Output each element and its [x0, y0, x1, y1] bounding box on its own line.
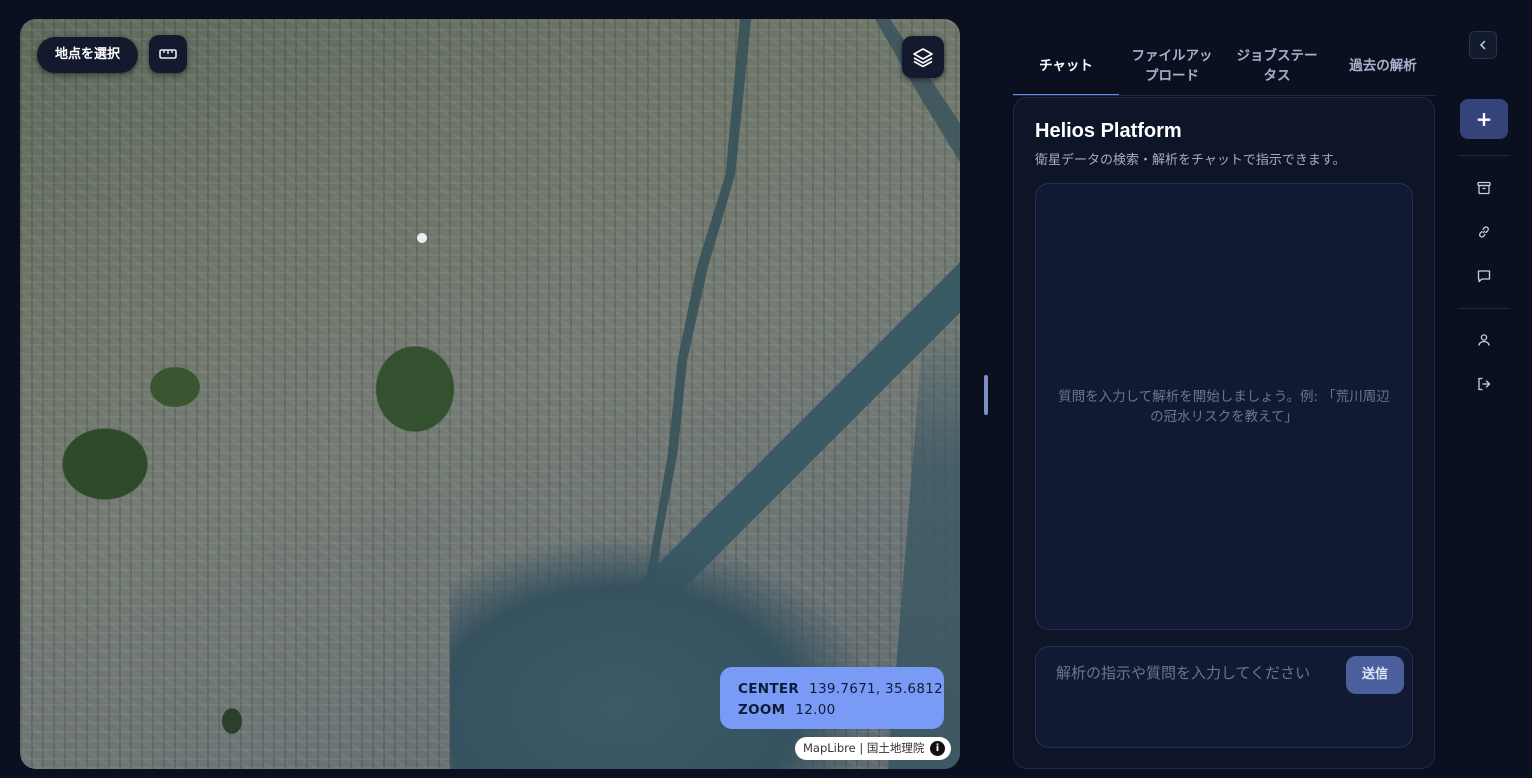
satellite-map[interactable] — [20, 19, 960, 769]
info-icon[interactable]: i — [930, 741, 945, 756]
tab-label: ファイルアップロード — [1131, 48, 1213, 84]
logout-button[interactable] — [1474, 374, 1494, 394]
chat-panel: Helios Platform 衛星データの検索・解析をチャットで指示できます。… — [1013, 97, 1435, 769]
link-icon — [1479, 226, 1489, 238]
tab-label: ジョブステータス — [1236, 48, 1318, 84]
tab-chat[interactable]: チャット — [1013, 36, 1119, 96]
logout-icon — [1478, 377, 1491, 391]
select-point-button[interactable]: 地点を選択 — [37, 37, 139, 73]
chat-composer[interactable]: 解析の指示や質問を入力してください 送信 — [1035, 646, 1413, 748]
profile-button[interactable] — [1474, 330, 1494, 350]
chat-title: Helios Platform — [1035, 120, 1182, 142]
tab-file-upload[interactable]: ファイルアップロード — [1130, 36, 1214, 96]
layers-button[interactable] — [902, 36, 944, 78]
link-button[interactable] — [1474, 222, 1494, 242]
tabs-divider — [1013, 95, 1435, 96]
tab-label: チャット — [1039, 58, 1093, 74]
collapse-panel-button[interactable] — [1469, 31, 1497, 59]
rail-divider — [1458, 308, 1510, 309]
coordinate-readout: CENTER 139.7671, 35.6812 ZOOM 12.00 — [720, 667, 944, 729]
message-icon — [1477, 270, 1491, 283]
zoom-label: ZOOM — [738, 702, 786, 718]
messages-button[interactable] — [1474, 266, 1494, 286]
archive-button[interactable] — [1474, 178, 1494, 198]
archive-icon — [1477, 181, 1491, 195]
chat-subtitle: 衛星データの検索・解析をチャットで指示できます。 — [1035, 153, 1346, 168]
center-label: CENTER — [738, 681, 800, 697]
measure-button[interactable] — [149, 35, 187, 73]
user-icon — [1478, 334, 1490, 346]
panel-resize-handle[interactable] — [984, 375, 988, 415]
ruler-icon — [159, 49, 177, 59]
empty-state-message: 質問を入力して解析を開始しましょう。例: 「荒川周辺の冠水リスクを教えて」 — [1058, 388, 1390, 425]
tab-label: 過去の解析 — [1349, 58, 1417, 74]
new-chat-button[interactable]: + — [1460, 99, 1508, 139]
tab-job-status[interactable]: ジョブステータス — [1235, 36, 1319, 96]
message-list[interactable]: 質問を入力して解析を開始しましょう。例: 「荒川周辺の冠水リスクを教えて」 — [1035, 183, 1413, 630]
map-attribution: MapLibre | 国土地理院 i — [795, 737, 951, 760]
bay — [450, 539, 870, 769]
tab-past-analyses[interactable]: 過去の解析 — [1333, 36, 1433, 96]
tab-bar: チャット ファイルアップロード ジョブステータス 過去の解析 — [1013, 36, 1435, 96]
zoom-value: 12.00 — [795, 702, 836, 718]
rail-divider — [1458, 155, 1510, 156]
layers-icon — [913, 48, 933, 68]
chat-input[interactable]: 解析の指示や質問を入力してください — [1056, 662, 1316, 684]
center-value: 139.7671, 35.6812 — [809, 681, 943, 697]
chevron-left-icon — [1479, 40, 1486, 50]
send-button[interactable]: 送信 — [1346, 656, 1404, 694]
attribution-text[interactable]: MapLibre | 国土地理院 — [803, 741, 924, 755]
